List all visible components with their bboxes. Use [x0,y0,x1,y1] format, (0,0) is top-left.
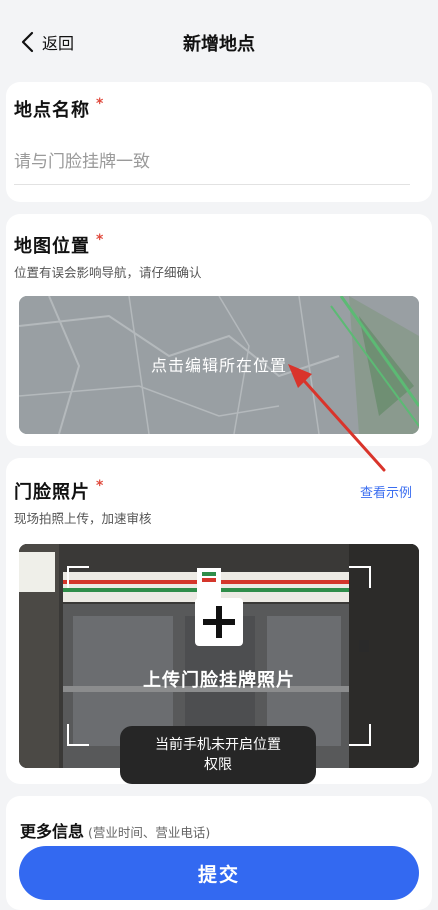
more-info-label: 更多信息 (营业时间、营业电话) [20,822,211,841]
frame-corner [349,566,371,588]
page-title: 新增地点 [183,34,255,55]
toast-line: 当前手机未开启位置 [155,737,281,753]
frame-corner [67,566,89,588]
map-hint: 位置有误会影响导航，请仔细确认 [14,265,202,280]
view-example-link[interactable]: 查看示例 [360,482,412,501]
name-label: 地点名称 * [14,96,105,121]
submit-button[interactable]: 提交 [19,846,419,900]
photo-label: 门脸照片 * [14,478,105,503]
map-edit-label: 点击编辑所在位置 [150,356,287,375]
plus-icon [195,598,243,646]
nav-bar: 返回 新增地点 [0,0,438,82]
location-name-input[interactable] [14,140,410,185]
upload-photo-label: 上传门脸挂牌照片 [143,670,295,691]
required-mark: * [96,232,105,248]
frame-corner [67,724,89,746]
more-info-sub: (营业时间、营业电话) [88,825,211,840]
required-mark: * [96,478,105,494]
map-edit-button[interactable]: 点击编辑所在位置 [19,296,419,434]
photo-hint: 现场拍照上传，加速审核 [14,511,152,526]
map-label: 地图位置 * [14,232,105,257]
toast-line: 权限 [204,757,232,773]
location-permission-toast: 当前手机未开启位置 权限 [120,726,316,784]
required-mark: * [96,96,105,112]
frame-corner [349,724,371,746]
